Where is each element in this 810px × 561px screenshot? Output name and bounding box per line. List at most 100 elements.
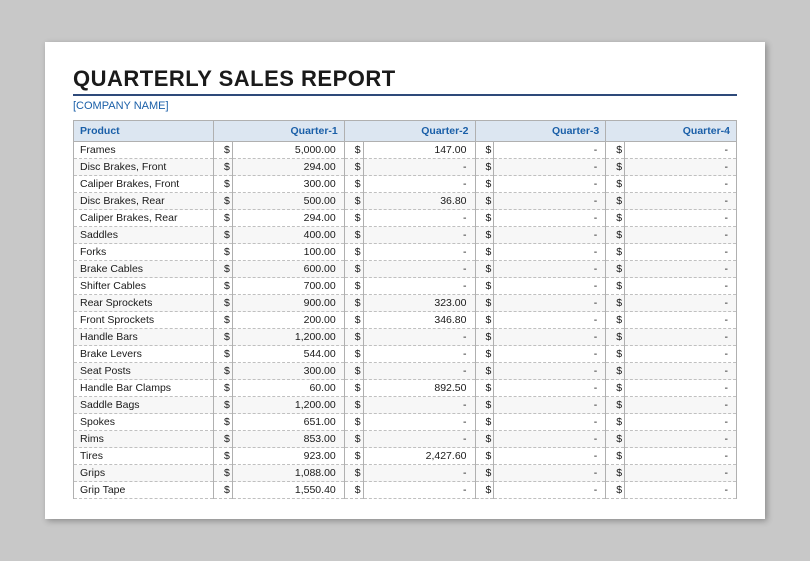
cell-q1-sym: $ (214, 210, 233, 227)
col-q4: Quarter-4 (606, 121, 737, 142)
cell-q1-val: 300.00 (232, 363, 344, 380)
cell-q4-val: - (625, 465, 737, 482)
cell-q1-val: 294.00 (232, 159, 344, 176)
cell-product: Brake Cables (74, 261, 214, 278)
table-row: Shifter Cables$700.00$-$-$- (74, 278, 737, 295)
cell-q3-val: - (494, 227, 606, 244)
cell-q1-sym: $ (214, 363, 233, 380)
cell-q4-val: - (625, 397, 737, 414)
cell-q2-sym: $ (344, 329, 363, 346)
cell-q4-val: - (625, 193, 737, 210)
cell-q4-sym: $ (606, 159, 625, 176)
cell-q3-val: - (494, 210, 606, 227)
cell-q2-sym: $ (344, 210, 363, 227)
cell-q3-sym: $ (475, 210, 494, 227)
table-row: Brake Levers$544.00$-$-$- (74, 346, 737, 363)
cell-product: Rims (74, 431, 214, 448)
cell-q4-sym: $ (606, 312, 625, 329)
sales-table: Product Quarter-1 Quarter-2 Quarter-3 Qu… (73, 120, 737, 499)
cell-q1-sym: $ (214, 414, 233, 431)
table-row: Grip Tape$1,550.40$-$-$- (74, 482, 737, 499)
cell-q1-sym: $ (214, 176, 233, 193)
cell-q3-sym: $ (475, 329, 494, 346)
cell-q1-val: 923.00 (232, 448, 344, 465)
cell-q3-sym: $ (475, 159, 494, 176)
table-row: Rims$853.00$-$-$- (74, 431, 737, 448)
cell-q2-val: - (363, 346, 475, 363)
table-row: Seat Posts$300.00$-$-$- (74, 363, 737, 380)
cell-q3-sym: $ (475, 176, 494, 193)
col-product: Product (74, 121, 214, 142)
table-row: Rear Sprockets$900.00$323.00$-$- (74, 295, 737, 312)
cell-q2-val: - (363, 244, 475, 261)
cell-q3-val: - (494, 295, 606, 312)
cell-product: Disc Brakes, Rear (74, 193, 214, 210)
cell-product: Grip Tape (74, 482, 214, 499)
cell-q1-sym: $ (214, 448, 233, 465)
cell-q2-val: - (363, 465, 475, 482)
cell-q2-sym: $ (344, 142, 363, 159)
cell-q2-val: - (363, 397, 475, 414)
cell-q2-val: - (363, 363, 475, 380)
cell-q4-sym: $ (606, 278, 625, 295)
cell-q3-sym: $ (475, 482, 494, 499)
cell-q3-val: - (494, 278, 606, 295)
cell-q3-val: - (494, 142, 606, 159)
table-row: Frames$5,000.00$147.00$-$- (74, 142, 737, 159)
cell-product: Forks (74, 244, 214, 261)
cell-q3-sym: $ (475, 380, 494, 397)
cell-q1-sym: $ (214, 193, 233, 210)
cell-q2-val: - (363, 414, 475, 431)
cell-q4-val: - (625, 210, 737, 227)
cell-q1-val: 900.00 (232, 295, 344, 312)
cell-q4-val: - (625, 278, 737, 295)
cell-product: Rear Sprockets (74, 295, 214, 312)
cell-product: Frames (74, 142, 214, 159)
table-row: Disc Brakes, Rear$500.00$36.80$-$- (74, 193, 737, 210)
cell-q2-val: 892.50 (363, 380, 475, 397)
cell-q4-sym: $ (606, 346, 625, 363)
cell-q4-sym: $ (606, 244, 625, 261)
cell-product: Grips (74, 465, 214, 482)
cell-q4-val: - (625, 295, 737, 312)
table-row: Saddles$400.00$-$-$- (74, 227, 737, 244)
cell-q1-sym: $ (214, 278, 233, 295)
cell-q1-val: 1,088.00 (232, 465, 344, 482)
cell-q1-sym: $ (214, 244, 233, 261)
cell-product: Shifter Cables (74, 278, 214, 295)
cell-q1-sym: $ (214, 142, 233, 159)
cell-q2-sym: $ (344, 227, 363, 244)
cell-q4-val: - (625, 448, 737, 465)
cell-q4-sym: $ (606, 448, 625, 465)
cell-q2-val: 346.80 (363, 312, 475, 329)
table-row: Front Sprockets$200.00$346.80$-$- (74, 312, 737, 329)
cell-q2-val: - (363, 159, 475, 176)
cell-q3-sym: $ (475, 431, 494, 448)
cell-q1-val: 651.00 (232, 414, 344, 431)
cell-q3-sym: $ (475, 414, 494, 431)
cell-q4-val: - (625, 482, 737, 499)
cell-q1-val: 200.00 (232, 312, 344, 329)
cell-q3-val: - (494, 363, 606, 380)
cell-q3-sym: $ (475, 465, 494, 482)
cell-q4-sym: $ (606, 227, 625, 244)
cell-q3-val: - (494, 159, 606, 176)
cell-q4-sym: $ (606, 176, 625, 193)
cell-q2-val: - (363, 176, 475, 193)
cell-q2-val: - (363, 431, 475, 448)
col-q3: Quarter-3 (475, 121, 606, 142)
cell-q2-val: - (363, 261, 475, 278)
cell-q1-val: 100.00 (232, 244, 344, 261)
cell-q4-sym: $ (606, 482, 625, 499)
cell-q1-val: 500.00 (232, 193, 344, 210)
cell-product: Seat Posts (74, 363, 214, 380)
cell-q2-val: 147.00 (363, 142, 475, 159)
cell-q2-val: 323.00 (363, 295, 475, 312)
cell-q2-val: - (363, 329, 475, 346)
cell-q2-sym: $ (344, 193, 363, 210)
cell-q1-sym: $ (214, 295, 233, 312)
cell-q3-sym: $ (475, 448, 494, 465)
cell-product: Disc Brakes, Front (74, 159, 214, 176)
cell-q4-val: - (625, 380, 737, 397)
cell-q2-val: 2,427.60 (363, 448, 475, 465)
